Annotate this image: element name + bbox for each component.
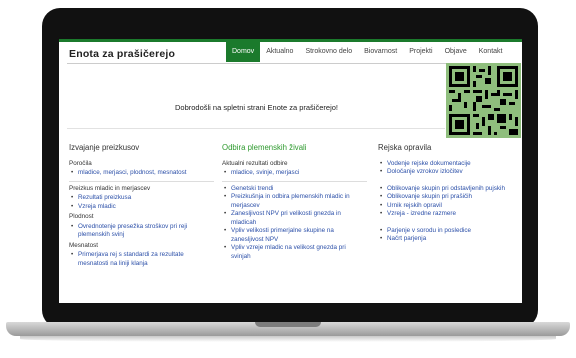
list-item-link[interactable]: Preizkušnja in odbira plemenskih mladic … xyxy=(224,193,367,210)
col3-heading: Rejska opravila xyxy=(378,143,432,152)
col1-list-4: Primerjava rej s standardi za rezultate … xyxy=(69,251,214,268)
list-item-link[interactable]: mladice, merjasci, plodnost, mesnatost xyxy=(71,169,214,178)
list-item-link[interactable]: Primerjava rej s standardi za rezultate … xyxy=(71,251,214,268)
list-item-link[interactable]: Oblikovanje skupin pri odstavljenih pujs… xyxy=(380,185,516,194)
column-izvajanje-preizkusov: Izvajanje preizkusov Poročila mladice, m… xyxy=(69,143,214,270)
col1-list-3: Ovrednotenje presežka stroškov pri reji … xyxy=(69,223,214,240)
nav-item-objave[interactable]: Objave xyxy=(439,42,473,62)
col1-list-2: Rezultati preizkusa Vzreja mladic xyxy=(69,194,214,211)
list-item-link[interactable]: Genetski trendi xyxy=(224,185,367,194)
list-item-link[interactable]: mladice, svinje, merjasci xyxy=(224,169,367,178)
laptop-shadow xyxy=(20,336,556,342)
laptop-notch xyxy=(255,322,321,327)
list-item-link[interactable]: Parjenje v sorodu in posledice xyxy=(380,227,516,236)
main-nav: Domov Aktualno Strokovno delo Biovarnost… xyxy=(226,42,509,62)
nav-item-aktualno[interactable]: Aktualno xyxy=(260,42,299,62)
list-item-link[interactable]: Vpliv velikosti primerjalne skupine na z… xyxy=(224,227,367,244)
column-odbira: Odbira plemenskih živali Aktualni rezult… xyxy=(222,143,367,263)
nav-item-biovarnost[interactable]: Biovarnost xyxy=(358,42,403,62)
nav-item-strokovno-delo[interactable]: Strokovno delo xyxy=(299,42,358,62)
divider xyxy=(222,180,367,182)
nav-item-projekti[interactable]: Projekti xyxy=(403,42,438,62)
nav-item-domov[interactable]: Domov xyxy=(226,42,261,62)
list-item-link[interactable]: Vodenje rejske dokumentacije xyxy=(380,160,516,169)
list-item-link[interactable]: Določanje vzrokov izločitev xyxy=(380,168,516,177)
qr-code xyxy=(446,63,521,138)
list-item-link[interactable]: Zanesljivost NPV pri velikosti gnezda in… xyxy=(224,210,367,227)
col1-heading: Izvajanje preizkusov xyxy=(69,143,140,152)
divider xyxy=(69,180,214,182)
list-item-link[interactable]: Oblikovanje skupin pri prašičih xyxy=(380,193,516,202)
qr-code-icon xyxy=(449,66,518,135)
col1-sub-plodnost: Plodnost xyxy=(69,213,94,221)
col2-heading[interactable]: Odbira plemenskih živali xyxy=(222,143,367,154)
browser-screen: Enota za prašičerejo Domov Aktualno Stro… xyxy=(59,39,522,303)
list-item-link[interactable]: Načrt parjenja xyxy=(380,235,516,244)
welcome-message: Dobrodošli na spletni strani Enote za pr… xyxy=(174,103,338,112)
list-item-link[interactable]: Urnik rejskih opravil xyxy=(380,202,516,211)
col1-sub-preizkus: Preizkus mladic in merjascev xyxy=(69,184,151,192)
column-rejska-opravila: Rejska opravila Vodenje rejske dokumenta… xyxy=(378,143,516,246)
list-item-link[interactable]: Vzreja mladic xyxy=(71,203,214,212)
col3-list-3: Parjenje v sorodu in posledice Načrt par… xyxy=(378,227,516,244)
list-item-link[interactable]: Rezultati preizkusa xyxy=(71,194,214,203)
nav-item-kontakt[interactable]: Kontakt xyxy=(473,42,509,62)
col2-list-2: Genetski trendi Preizkušnja in odbira pl… xyxy=(222,185,367,262)
col3-list-2: Oblikovanje skupin pri odstavljenih pujs… xyxy=(378,185,516,219)
list-item-link[interactable]: Vpliv vzreje mladic na velikost gnezda p… xyxy=(224,244,367,261)
col1-sub-mesnatost: Mesnatost xyxy=(69,241,99,249)
col2-list-1: mladice, svinje, merjasci xyxy=(222,169,367,178)
site-title[interactable]: Enota za prašičerejo xyxy=(69,48,175,60)
list-item-link[interactable]: Ovrednotenje presežka stroškov pri reji … xyxy=(71,223,214,240)
col3-list-1: Vodenje rejske dokumentacije Določanje v… xyxy=(378,160,516,177)
col2-sub-aktualni: Aktualni rezultati odbire xyxy=(222,159,288,167)
welcome-divider xyxy=(67,128,445,129)
list-item-link[interactable]: Vzreja - izredne razmere xyxy=(380,210,516,219)
col1-list-1: mladice, merjasci, plodnost, mesnatost xyxy=(69,169,214,178)
col1-sub-porocila: Poročila xyxy=(69,159,92,167)
